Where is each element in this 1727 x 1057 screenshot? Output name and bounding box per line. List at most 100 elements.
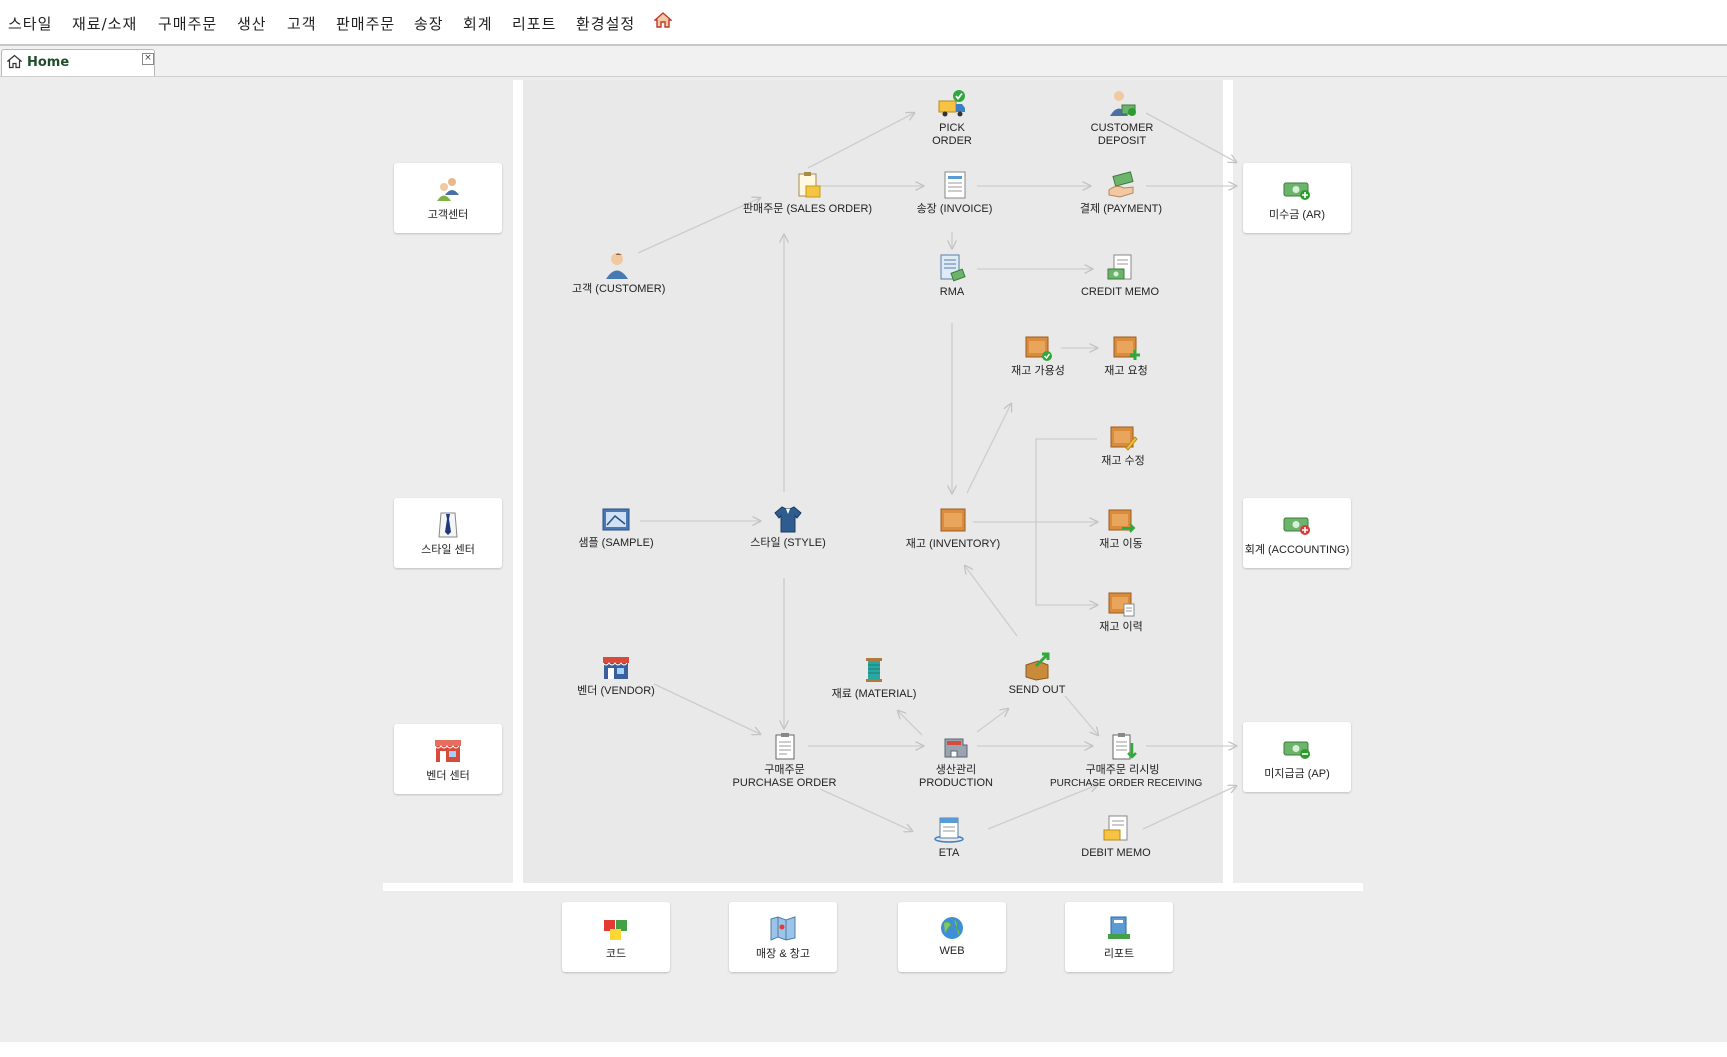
card-label: 리포트 <box>1103 948 1135 960</box>
box-icon <box>940 508 966 532</box>
menu-production[interactable]: 생산 <box>237 13 267 34</box>
send-out-node[interactable]: SEND OUT <box>1000 651 1074 697</box>
sewing-machine-icon <box>944 738 968 758</box>
payment-node[interactable]: 결제 (PAYMENT) <box>1076 170 1166 216</box>
report-card[interactable]: 리포트 <box>1065 902 1173 972</box>
node-label: 구매주문 리시빙 <box>1085 764 1160 776</box>
menu-customer[interactable]: 고객 <box>287 13 317 34</box>
stock-availability-node[interactable]: 재고 가용성 <box>1000 332 1076 378</box>
left-divider <box>513 80 523 883</box>
customer-deposit-node[interactable]: CUSTOMER DEPOSIT <box>1082 89 1162 148</box>
card-label: 코드 <box>605 948 627 960</box>
store-icon <box>602 657 629 679</box>
customer-node[interactable]: 고객 (CUSTOMER) <box>572 250 666 296</box>
node-label: ORDER <box>932 135 972 147</box>
invoice-document-icon <box>944 171 965 199</box>
style-center-card[interactable]: 스타일 센터 <box>394 498 502 568</box>
po-receiving-node[interactable]: 구매주문 리시빙 PURCHASE ORDER RECEIVING <box>1050 731 1203 790</box>
store-warehouse-card[interactable]: 매장 & 창고 <box>729 902 837 972</box>
node-label: 샘플 (SAMPLE) <box>578 537 654 549</box>
truck-check-icon <box>938 90 965 117</box>
money-plus-icon <box>1283 182 1310 200</box>
box-check-icon <box>1025 336 1052 361</box>
node-label: PICK <box>939 122 965 134</box>
code-card[interactable]: 코드 <box>562 902 670 972</box>
sample-node[interactable]: 샘플 (SAMPLE) <box>570 504 662 550</box>
debit-memo-node[interactable]: DEBIT MEMO <box>1070 814 1162 860</box>
close-icon[interactable]: × <box>142 53 154 65</box>
stock-transfer-node[interactable]: 재고 이동 <box>1083 505 1159 551</box>
node-label: RMA <box>939 286 965 298</box>
person-money-icon <box>1110 91 1136 116</box>
pick-order-node[interactable]: PICK ORDER <box>922 89 982 148</box>
vendor-node[interactable]: 벤더 (VENDOR) <box>570 652 662 698</box>
shirt-tie-icon <box>438 512 458 538</box>
node-label: 스타일 (STYLE) <box>750 537 826 549</box>
node-label: CREDIT MEMO <box>1080 286 1160 298</box>
production-node[interactable]: 생산관리 PRODUCTION <box>906 731 1006 790</box>
bottom-divider <box>383 883 1363 891</box>
ap-card[interactable]: 미지급금 (AP) <box>1243 722 1351 792</box>
home-icon[interactable] <box>654 11 672 29</box>
sales-order-node[interactable]: 판매주문 (SALES ORDER) <box>740 170 875 216</box>
node-label: 재고 이력 <box>1099 621 1143 633</box>
thread-spool-icon <box>866 658 882 682</box>
credit-memo-icon <box>1107 254 1132 280</box>
ar-card[interactable]: 미수금 (AR) <box>1243 163 1351 233</box>
inventory-node[interactable]: 재고 (INVENTORY) <box>903 505 1003 551</box>
style-node[interactable]: 스타일 (STYLE) <box>743 504 833 550</box>
menu-material[interactable]: 재료/소재 <box>72 13 137 34</box>
node-label: 재고 이동 <box>1099 538 1143 550</box>
invoice-node[interactable]: 송장 (INVOICE) <box>907 170 1002 216</box>
calendar-eta-icon <box>934 817 964 843</box>
node-label: 재료 (MATERIAL) <box>831 688 917 700</box>
node-label: 고객 (CUSTOMER) <box>572 283 666 295</box>
money-accounting-icon <box>1283 517 1310 535</box>
right-divider <box>1223 80 1233 883</box>
cubes-icon <box>604 920 627 940</box>
menu-style[interactable]: 스타일 <box>8 13 52 34</box>
stock-adjust-node[interactable]: 재고 수정 <box>1085 422 1161 468</box>
menu-report[interactable]: 리포트 <box>512 13 556 34</box>
accounting-card[interactable]: 회계 (ACCOUNTING) <box>1243 498 1351 568</box>
menu-purchase-order[interactable]: 구매주문 <box>158 13 217 34</box>
menu-invoice[interactable]: 송장 <box>414 13 444 34</box>
shirt-icon <box>774 506 802 533</box>
store-icon <box>434 740 461 762</box>
menu-settings[interactable]: 환경설정 <box>576 13 635 34</box>
purchase-order-node[interactable]: 구매주문 PURCHASE ORDER <box>732 731 837 790</box>
card-label: 스타일 센터 <box>421 544 475 556</box>
tab-home[interactable]: Home × <box>1 49 155 76</box>
card-label: 미지급금 (AP) <box>1264 768 1330 780</box>
web-card[interactable]: WEB <box>898 902 1006 972</box>
tab-bar: Home × <box>0 46 1727 77</box>
menu-sales-order[interactable]: 판매주문 <box>336 13 395 34</box>
eta-node[interactable]: ETA <box>916 814 982 860</box>
credit-memo-node[interactable]: CREDIT MEMO <box>1074 253 1166 299</box>
customers-icon <box>437 178 459 201</box>
material-node[interactable]: 재료 (MATERIAL) <box>828 655 920 701</box>
node-label: 생산관리 <box>935 764 977 776</box>
node-label: PURCHASE ORDER <box>732 777 837 789</box>
node-label: 재고 수정 <box>1101 455 1145 467</box>
hand-money-icon <box>1108 171 1134 198</box>
menu-accounting[interactable]: 회계 <box>463 13 493 34</box>
node-label: ETA <box>938 847 960 859</box>
box-move-icon <box>1108 509 1136 533</box>
node-label: SEND OUT <box>1008 684 1066 696</box>
vendor-center-card[interactable]: 벤더 센터 <box>394 724 502 794</box>
card-label: 회계 (ACCOUNTING) <box>1244 544 1350 556</box>
node-label: CUSTOMER <box>1090 122 1154 134</box>
node-label: 재고 (INVENTORY) <box>905 538 1001 550</box>
node-label: 구매주문 <box>764 764 805 776</box>
node-label: PURCHASE ORDER RECEIVING <box>1050 778 1203 789</box>
home-icon <box>7 54 22 69</box>
stock-history-node[interactable]: 재고 이력 <box>1083 588 1159 634</box>
debit-memo-icon <box>1103 815 1128 841</box>
page-bottom <box>0 1042 1727 1057</box>
customer-center-card[interactable]: 고객센터 <box>394 163 502 233</box>
rma-node[interactable]: RMA <box>922 253 982 299</box>
money-minus-icon <box>1283 741 1310 759</box>
stock-request-node[interactable]: 재고 요청 <box>1088 332 1164 378</box>
node-label: DEBIT MEMO <box>1081 847 1151 859</box>
